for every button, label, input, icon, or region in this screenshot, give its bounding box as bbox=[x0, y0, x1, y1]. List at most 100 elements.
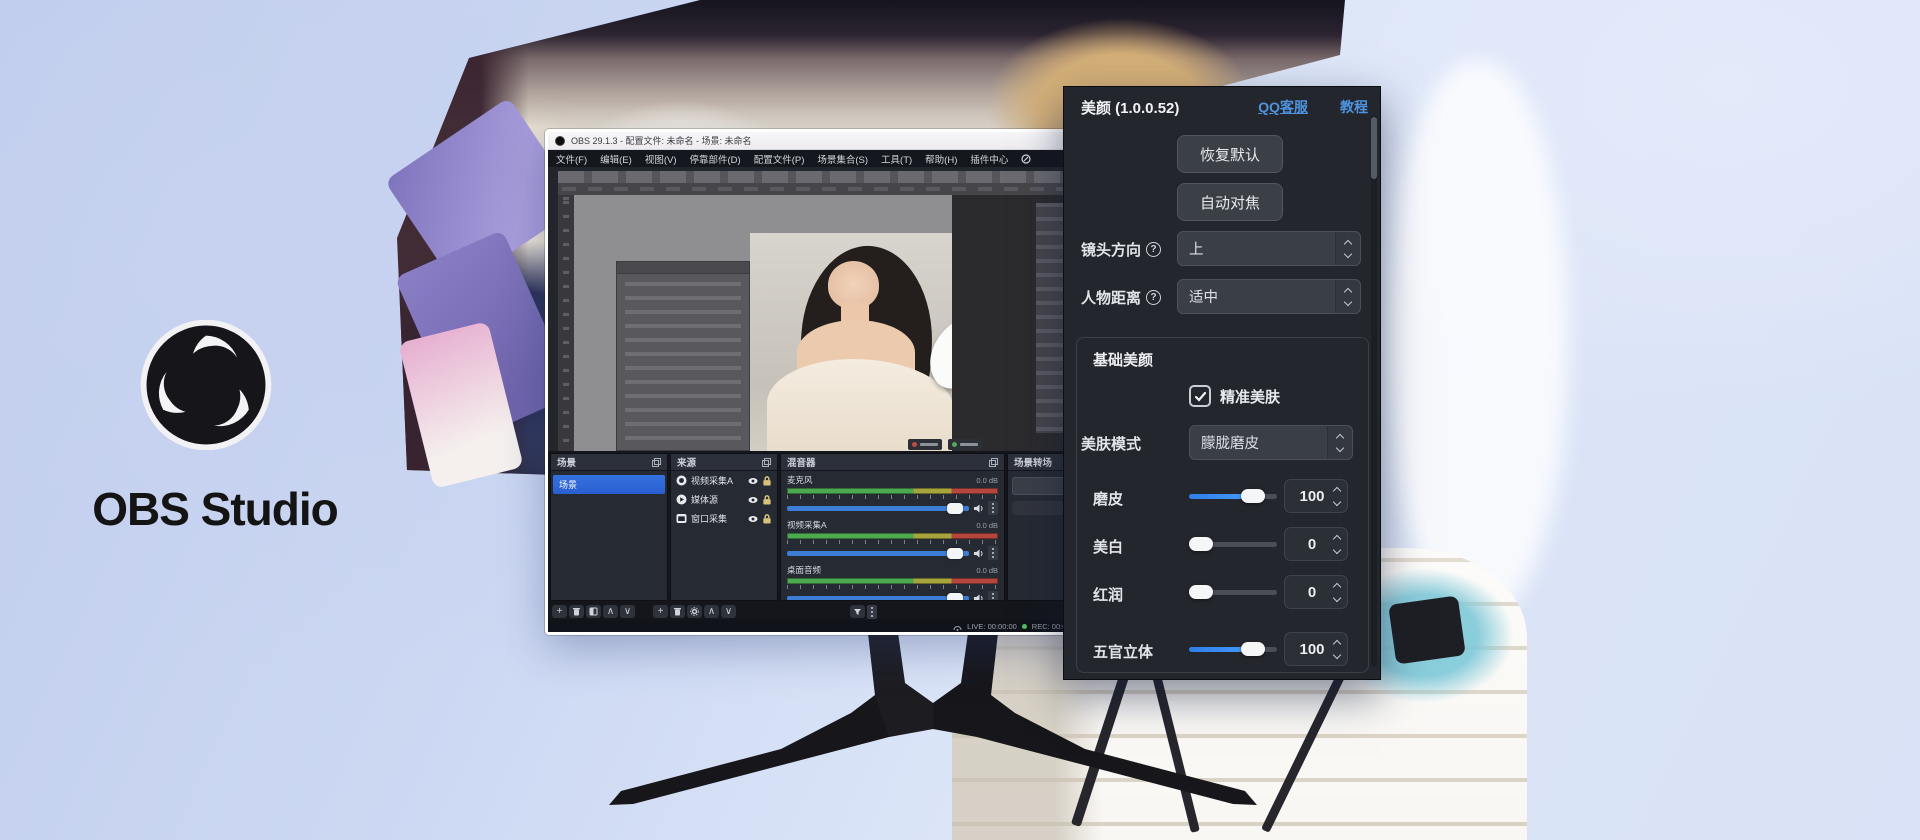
spin-arrows-icon[interactable] bbox=[1334, 488, 1340, 505]
eye-icon[interactable] bbox=[748, 476, 758, 486]
slider-handle[interactable] bbox=[1241, 642, 1265, 656]
live-time: LIVE: 00:00:00 bbox=[967, 622, 1017, 631]
menu-edit[interactable]: 编辑(E) bbox=[600, 152, 632, 166]
audio-level-meter bbox=[787, 533, 998, 539]
monitor: OBS 29.1.3 - 配置文件: 未命名 - 场景: 未命名 文件(F) 编… bbox=[545, 129, 1092, 635]
skin-mode-select[interactable]: 朦胧磨皮 bbox=[1189, 425, 1353, 460]
spin-arrows-icon[interactable] bbox=[1334, 584, 1340, 601]
add-source-button[interactable]: + bbox=[653, 605, 668, 618]
facial-3d-slider[interactable] bbox=[1189, 647, 1277, 652]
dock-panels-icon[interactable] bbox=[762, 458, 771, 467]
add-scene-button[interactable]: + bbox=[552, 605, 567, 618]
mixer-meter: 桌面音频 0.0 dB bbox=[781, 561, 1004, 601]
source-up-button[interactable]: ∧ bbox=[704, 605, 719, 618]
scene-up-button[interactable]: ∧ bbox=[603, 605, 618, 618]
mixer-meter: 视频采集A 0.0 dB bbox=[781, 516, 1004, 561]
person-distance-select[interactable]: 适中 bbox=[1177, 279, 1361, 314]
captured-app-canvas bbox=[574, 195, 952, 451]
eye-icon[interactable] bbox=[748, 514, 758, 524]
menu-view[interactable]: 视图(V) bbox=[645, 152, 677, 166]
sources-dock-title: 来源 bbox=[677, 455, 696, 469]
menu-docks[interactable]: 停靠部件(D) bbox=[689, 152, 740, 166]
captured-app-tab-chip-1 bbox=[908, 439, 942, 450]
source-row[interactable]: 视频采集A bbox=[671, 471, 777, 490]
precise-skin-checkbox[interactable] bbox=[1189, 385, 1211, 407]
slider-handle[interactable] bbox=[1189, 585, 1213, 599]
whitening-slider[interactable] bbox=[1189, 542, 1277, 547]
dock-panels-icon[interactable] bbox=[989, 458, 998, 467]
source-row[interactable]: 媒体源 bbox=[671, 490, 777, 509]
menu-file[interactable]: 文件(F) bbox=[556, 152, 587, 166]
qq-support-link[interactable]: QQ客服 bbox=[1258, 97, 1308, 117]
rosy-spinbox[interactable]: 0 bbox=[1284, 575, 1348, 609]
mixer-dock: 混音器 麦克风 0.0 dB bbox=[780, 453, 1005, 601]
tutorial-link[interactable]: 教程 bbox=[1340, 97, 1368, 117]
mixer-options-icon[interactable] bbox=[988, 546, 998, 560]
obs-title-bar[interactable]: OBS 29.1.3 - 配置文件: 未命名 - 场景: 未命名 bbox=[548, 132, 1089, 150]
source-properties-button[interactable] bbox=[687, 605, 702, 618]
volume-slider[interactable] bbox=[787, 551, 969, 556]
slider-handle[interactable] bbox=[1241, 489, 1265, 503]
meter-ticks bbox=[787, 585, 998, 589]
mixer-menu-icon[interactable] bbox=[867, 605, 877, 619]
mixer-options-icon[interactable] bbox=[988, 501, 998, 515]
remove-source-button[interactable] bbox=[670, 605, 685, 618]
obs-app-icon bbox=[555, 136, 565, 146]
mixer-options-icon[interactable] bbox=[988, 591, 998, 601]
menu-plugin-center[interactable]: 插件中心 bbox=[970, 152, 1008, 166]
decor-white-glow bbox=[1388, 60, 1568, 620]
spin-arrows-icon[interactable] bbox=[1334, 536, 1340, 553]
eye-icon[interactable] bbox=[748, 495, 758, 505]
select-spinner-icon[interactable] bbox=[1335, 280, 1360, 313]
source-down-button[interactable]: ∨ bbox=[721, 605, 736, 618]
menu-scene-collection[interactable]: 场景集合(S) bbox=[817, 152, 868, 166]
beauty-plugin-panel: 美颜 (1.0.0.52) QQ客服 教程 恢复默认 自动对焦 镜头方向 ? 上… bbox=[1063, 86, 1381, 680]
menu-profile[interactable]: 配置文件(P) bbox=[754, 152, 805, 166]
volume-slider[interactable] bbox=[787, 596, 969, 601]
help-icon[interactable]: ? bbox=[1146, 290, 1161, 305]
spin-arrows-icon[interactable] bbox=[1334, 641, 1340, 658]
beauty-plugin-icon[interactable] bbox=[1021, 154, 1031, 164]
dock-toolbars: + ∧ ∨ + ∧ ∨ bbox=[548, 603, 1089, 620]
volume-handle[interactable] bbox=[947, 593, 963, 602]
transitions-dock-title: 场景转场 bbox=[1014, 455, 1052, 469]
lock-icon[interactable] bbox=[762, 476, 772, 486]
speaker-icon[interactable] bbox=[973, 593, 984, 602]
dock-panels-icon[interactable] bbox=[652, 458, 661, 467]
scrollbar-thumb[interactable] bbox=[1371, 117, 1377, 179]
captured-app-dialog bbox=[616, 261, 750, 451]
smoothing-slider[interactable] bbox=[1189, 494, 1277, 499]
scene-list-item-selected[interactable]: 场景 bbox=[553, 475, 665, 494]
lock-icon[interactable] bbox=[762, 495, 772, 505]
source-row[interactable]: 窗口采集 bbox=[671, 509, 777, 528]
smoothing-spinbox[interactable]: 100 bbox=[1284, 479, 1348, 513]
whitening-spinbox[interactable]: 0 bbox=[1284, 527, 1348, 561]
volume-handle[interactable] bbox=[947, 503, 963, 514]
obs-preview-area[interactable] bbox=[548, 167, 1089, 451]
media-icon bbox=[676, 494, 687, 505]
help-icon[interactable]: ? bbox=[1146, 242, 1161, 257]
facial-3d-spinbox[interactable]: 100 bbox=[1284, 632, 1348, 666]
scene-filters-button[interactable] bbox=[586, 605, 601, 618]
speaker-icon[interactable] bbox=[973, 503, 984, 514]
remove-scene-button[interactable] bbox=[569, 605, 584, 618]
restore-defaults-button[interactable]: 恢复默认 bbox=[1177, 135, 1283, 173]
rosy-slider[interactable] bbox=[1189, 590, 1277, 595]
panel-scrollbar[interactable] bbox=[1371, 115, 1377, 667]
scene-down-button[interactable]: ∨ bbox=[620, 605, 635, 618]
rosy-label: 红润 bbox=[1093, 584, 1123, 605]
lock-icon[interactable] bbox=[762, 514, 772, 524]
select-spinner-icon[interactable] bbox=[1327, 426, 1352, 459]
volume-handle[interactable] bbox=[947, 548, 963, 559]
autofocus-button[interactable]: 自动对焦 bbox=[1177, 183, 1283, 221]
volume-slider[interactable] bbox=[787, 506, 969, 511]
skin-mode-label: 美肤模式 bbox=[1081, 433, 1141, 454]
menu-help[interactable]: 帮助(H) bbox=[925, 152, 957, 166]
lens-direction-select[interactable]: 上 bbox=[1177, 231, 1361, 266]
menu-tools[interactable]: 工具(T) bbox=[881, 152, 912, 166]
speaker-icon[interactable] bbox=[973, 548, 984, 559]
select-spinner-icon[interactable] bbox=[1335, 232, 1360, 265]
mixer-filter-button[interactable] bbox=[850, 605, 865, 618]
slider-handle[interactable] bbox=[1189, 537, 1213, 551]
camera-icon bbox=[676, 475, 687, 486]
